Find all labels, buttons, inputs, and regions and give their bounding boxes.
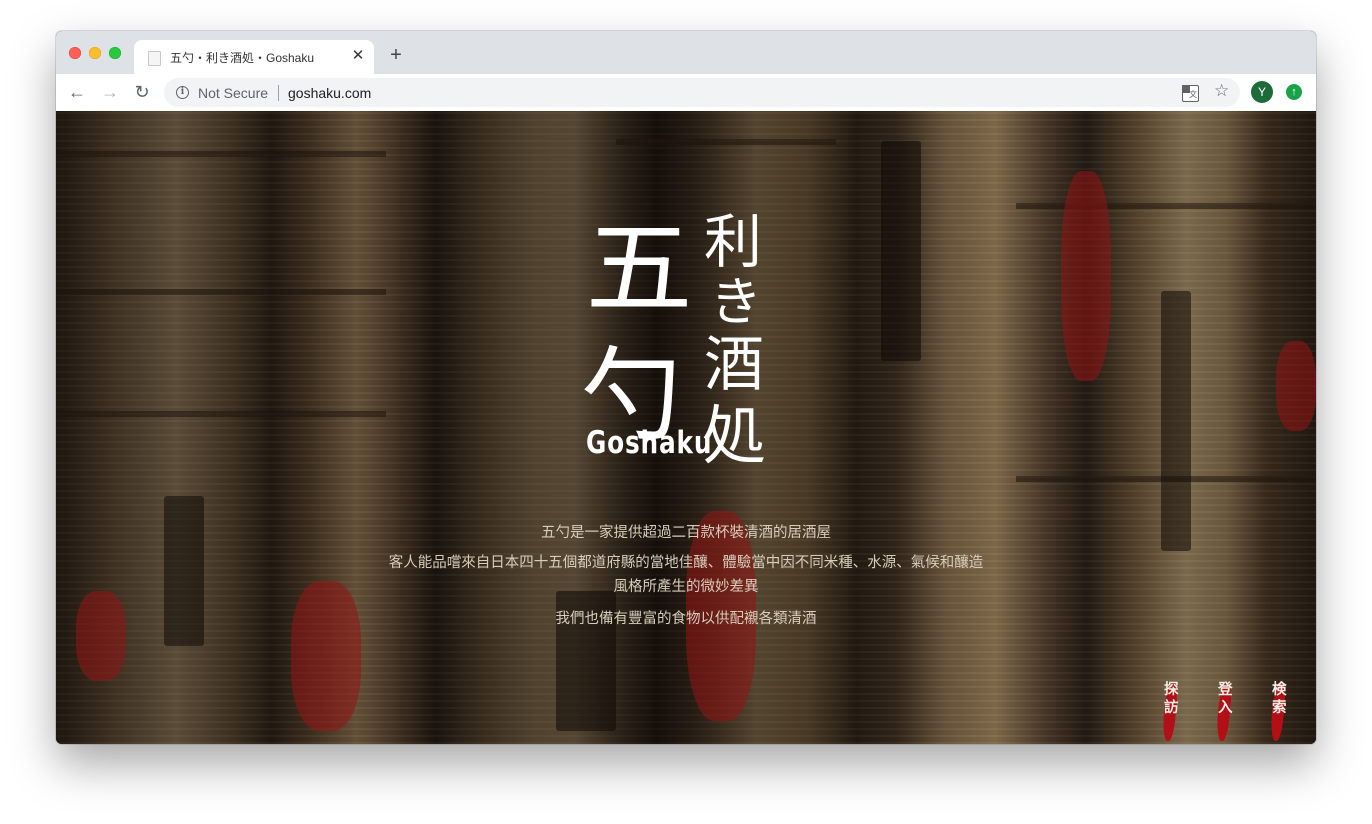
url-divider: [278, 85, 279, 101]
translate-icon[interactable]: [1182, 85, 1199, 102]
tab-active[interactable]: 五勺・利き酒処・Goshaku ✕: [134, 40, 374, 74]
bookmark-star-icon[interactable]: ☆: [1214, 81, 1229, 101]
site-info-icon[interactable]: i: [176, 86, 189, 99]
barrel-rope-band: [56, 151, 386, 157]
tab-close-icon[interactable]: ✕: [350, 46, 366, 66]
barrel-calligraphy: [164, 496, 204, 646]
new-tab-button[interactable]: +: [386, 45, 406, 65]
barrel-red-label: [1061, 171, 1111, 381]
logo-kana-ki: き: [710, 273, 763, 333]
tab-strip: 五勺・利き酒処・Goshaku ✕ +: [56, 31, 1316, 74]
nav-login-link[interactable]: 登入: [1214, 681, 1242, 741]
logo-romaji: Goshaku: [586, 425, 713, 461]
forward-icon[interactable]: →: [98, 81, 122, 103]
address-bar[interactable]: i Not Secure goshaku.com ☆: [164, 78, 1240, 107]
url-text[interactable]: goshaku.com: [288, 85, 371, 101]
close-window-button[interactable]: [69, 47, 81, 59]
barrel-red-label: [291, 581, 361, 731]
barrel-calligraphy: [881, 141, 921, 361]
description-line-3: 我們也備有豐富的食物以供配襯各類清酒: [555, 611, 817, 627]
logo-kanji-sake: 酒: [704, 330, 764, 400]
page-viewport: 五 勺 利 き 酒 処 Goshaku 五勺是一家提供超過二百款杯裝清酒的居酒屋…: [56, 111, 1316, 744]
nav-search-label: 検索: [1272, 682, 1287, 716]
barrel-rope-band: [56, 289, 386, 295]
back-icon[interactable]: ←: [65, 81, 89, 103]
browser-window: 五勺・利き酒処・Goshaku ✕ + ← → ↻ i Not Secure g…: [56, 31, 1316, 744]
barrel-calligraphy: [1161, 291, 1191, 551]
minimize-window-button[interactable]: [89, 47, 101, 59]
logo-kanji-ki: 利: [704, 208, 763, 276]
extension-update-icon[interactable]: ↑: [1286, 84, 1302, 100]
maximize-window-button[interactable]: [109, 47, 121, 59]
tab-title: 五勺・利き酒処・Goshaku: [170, 51, 315, 65]
page-favicon-icon: [148, 51, 161, 66]
profile-avatar[interactable]: Y: [1251, 81, 1273, 103]
description-line-2: 客人能品嚐來自日本四十五個都道府縣的當地佳釀、體驗當中因不同米種、水源、氣候和釀…: [388, 555, 984, 595]
barrel-red-label: [1276, 341, 1316, 431]
barrel-rope-band: [616, 139, 836, 145]
barrel-red-label: [76, 591, 126, 681]
nav-explore-label: 探訪: [1164, 682, 1179, 716]
description-line-1: 五勺是一家提供超過二百款杯裝清酒的居酒屋: [541, 525, 831, 541]
nav-search-link[interactable]: 検索: [1268, 681, 1296, 741]
browser-toolbar: ← → ↻ i Not Secure goshaku.com ☆ Y ↑: [56, 74, 1316, 112]
reload-icon[interactable]: ↻: [130, 81, 154, 103]
nav-explore-link[interactable]: 探訪: [1160, 681, 1188, 741]
logo-kanji-go: 五: [585, 210, 693, 329]
security-label[interactable]: Not Secure: [198, 85, 268, 101]
barrel-rope-band: [1016, 203, 1316, 209]
nav-login-label: 登入: [1218, 682, 1233, 716]
barrel-rope-band: [56, 411, 386, 417]
